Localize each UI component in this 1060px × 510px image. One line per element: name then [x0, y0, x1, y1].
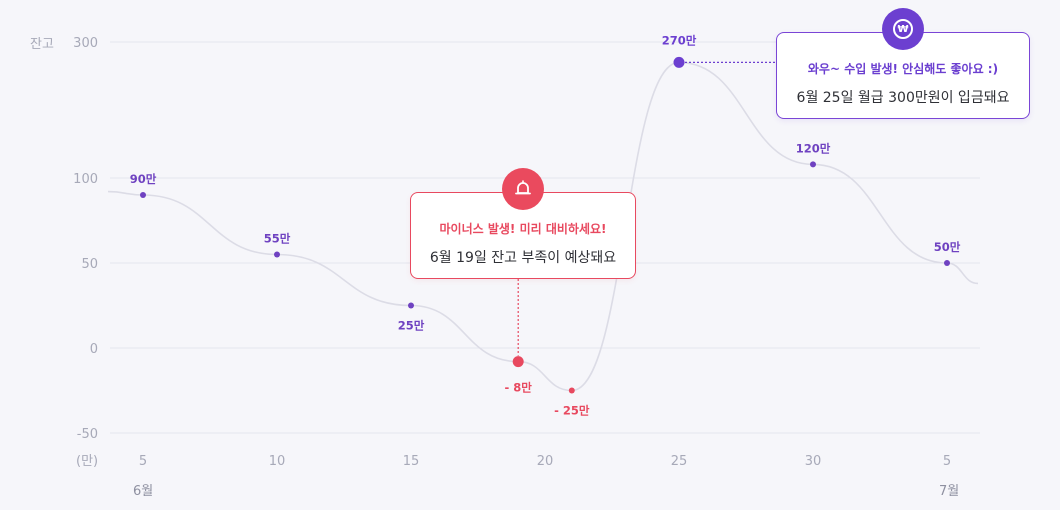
y-tick-label: 100 [73, 172, 98, 187]
data-point [810, 161, 816, 168]
data-point [408, 302, 414, 309]
income-alert-message: 6월 25일 월급 300만원이 입금돼요 [796, 90, 1010, 106]
y-tick-label: -50 [77, 427, 98, 442]
x-tick-label: 15 [403, 454, 420, 469]
data-point [512, 356, 524, 368]
bell-icon [502, 168, 544, 210]
y-axis-unit: (만) [76, 454, 98, 469]
y-axis: 잔고 (만) 300 100 50 0 -50 [30, 36, 98, 469]
x-tick-label: 5 [943, 454, 951, 469]
data-label: 50만 [934, 240, 961, 254]
y-axis-title: 잔고 [30, 37, 54, 52]
data-label: 120만 [796, 141, 831, 155]
data-label: 55만 [264, 232, 291, 246]
data-label: - 8만 [505, 381, 533, 395]
month-label-june: 6월 [133, 484, 153, 499]
month-label-july: 7월 [939, 484, 959, 499]
x-tick-label: 5 [139, 454, 147, 469]
won-icon: ₩ [882, 8, 924, 50]
data-point [944, 260, 950, 266]
x-tick-label: 25 [671, 454, 688, 469]
y-tick-label: 300 [73, 36, 98, 51]
data-point [140, 192, 146, 198]
y-tick-label: 50 [81, 257, 98, 272]
x-tick-label: 10 [269, 454, 286, 469]
x-tick-label: 30 [805, 454, 822, 469]
data-label: 25만 [398, 319, 425, 333]
minus-alert-message: 6월 19일 잔고 부족이 예상돼요 [429, 250, 617, 266]
income-alert-title: 와우~ 수입 발생! 안심해도 좋아요 :) [807, 62, 999, 76]
data-point [568, 387, 575, 394]
data-point [274, 251, 280, 258]
data-label: 270만 [662, 33, 697, 47]
data-label: - 25만 [554, 404, 590, 418]
x-tick-label: 20 [537, 454, 554, 469]
minus-alert-title: 마이너스 발생! 미리 대비하세요! [439, 222, 607, 236]
data-point [673, 56, 685, 68]
won-symbol: ₩ [893, 19, 913, 39]
data-label: 90만 [130, 172, 157, 186]
y-tick-label: 0 [90, 342, 98, 357]
x-axis: 6월 7월 5 10 15 20 25 30 5 [133, 454, 959, 499]
